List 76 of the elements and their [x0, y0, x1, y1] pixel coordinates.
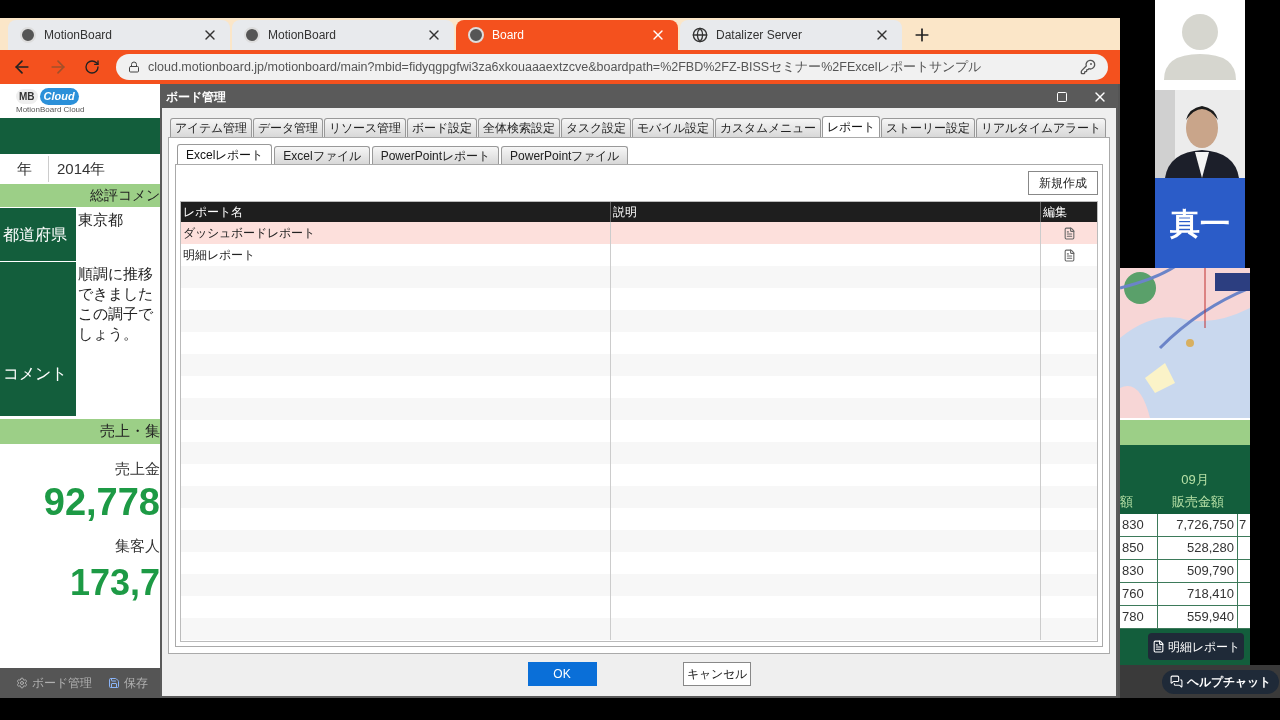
month-header: 09月	[1180, 471, 1210, 489]
globe-icon	[692, 27, 708, 43]
dialog-tab[interactable]: モバイル設定	[632, 118, 714, 137]
logo-caption: MotionBoard Cloud	[16, 104, 86, 114]
dialog-tab[interactable]: 全体検索設定	[478, 118, 560, 137]
logo-icon	[244, 27, 260, 43]
row-value: 東京都	[77, 210, 124, 230]
table-cell: 718,410	[1158, 582, 1238, 605]
new-button[interactable]: 新規作成	[1028, 171, 1098, 195]
report-tab[interactable]: PowerPointレポート	[371, 146, 500, 164]
kpi-label: 売上金	[115, 459, 160, 479]
maximize-icon[interactable]	[1056, 91, 1068, 103]
dialog-tab[interactable]: レポート	[822, 116, 880, 137]
gear-icon	[16, 677, 28, 689]
lock-icon	[128, 61, 140, 73]
participant-name: 真一	[1170, 205, 1230, 242]
table-cell: 509,790	[1158, 559, 1238, 582]
logo-icon	[20, 27, 36, 43]
kpi-label: 集客人	[115, 535, 160, 556]
report-tab[interactable]: PowerPointファイル	[501, 146, 629, 164]
dialog-tab[interactable]: データ管理	[253, 118, 323, 137]
section-header: 売上・集	[0, 419, 160, 444]
edit-icon[interactable]	[1062, 226, 1076, 240]
kpi-value: 92,778	[43, 482, 160, 521]
edit-icon[interactable]	[1062, 248, 1076, 262]
toolbar-button[interactable]: 保存	[108, 674, 148, 692]
table-cell: 559,940	[1158, 605, 1238, 628]
column-header: 編集	[1042, 204, 1068, 221]
tab-title: MotionBoard	[44, 27, 114, 44]
ok-button[interactable]: OK	[527, 662, 597, 686]
table-cell: 7,726,750	[1158, 513, 1238, 536]
table-cell: 850	[1120, 536, 1158, 559]
table-cell: 780	[1120, 605, 1158, 628]
dialog-title: ボード管理	[166, 89, 227, 106]
table-cell-text: 7	[1238, 515, 1248, 534]
browser-tab[interactable]: MotionBoard	[232, 20, 454, 50]
url-text: cloud.motionboard.jp/motionboard/main?mbid=fidyqgpgfwi3za6xkouaaaextzcve&boardpath=%2FBD%2FZ-BISSセミナー%2FExcelレポートサンプル	[148, 58, 983, 76]
year-label: 年	[15, 158, 33, 179]
dialog-tab[interactable]: カスタムメニュー	[715, 118, 821, 137]
toolbar-button[interactable]: ボード管理	[16, 674, 92, 692]
address-field[interactable]: cloud.motionboard.jp/motionboard/main?mbid=fidyqgpgfwi3za6xkouaaaextzcve&boardpath=%2FBD%2FZ-BISSセミナー%2FExcelレポートサンプル	[116, 54, 1108, 80]
tab-title: Datalizer Server	[716, 27, 804, 44]
table-cell: 760	[1120, 582, 1158, 605]
dialog-tab[interactable]: タスク設定	[561, 118, 631, 137]
column-header: 販売金額	[1171, 492, 1225, 511]
column-header: 額	[1120, 492, 1134, 511]
dialog-tab[interactable]: ボード設定	[407, 118, 477, 137]
logo-icon	[468, 27, 484, 43]
dialog-tab[interactable]: アイテム管理	[170, 118, 252, 137]
report-button[interactable]: 明細レポート	[1148, 633, 1244, 661]
save-icon	[108, 677, 120, 689]
kpi-value: 173,7	[69, 565, 160, 601]
browser-tab[interactable]: MotionBoard	[8, 20, 230, 50]
table-cell: 830	[1120, 559, 1158, 582]
dialog-tab[interactable]: ストーリー設定	[881, 118, 975, 137]
key-icon[interactable]	[1080, 59, 1096, 75]
dialog-tab[interactable]: リアルタイムアラート	[976, 118, 1106, 137]
document-icon	[1152, 640, 1165, 654]
dialog-tab[interactable]: リソース管理	[324, 118, 406, 137]
row-value: 順調に推移 できました この調子で しょう。	[77, 264, 154, 344]
cancel-button[interactable]: キャンセル	[682, 662, 751, 686]
row-label: 都道府県	[0, 208, 76, 261]
chat-icon	[1170, 675, 1183, 688]
table-cell: 830	[1120, 513, 1158, 536]
tab-title: Board	[492, 27, 526, 44]
row-label: コメント	[0, 262, 76, 416]
tab-title: MotionBoard	[268, 27, 338, 44]
logo: MB Cloud	[16, 88, 160, 105]
report-tab[interactable]: Excelレポート	[177, 144, 273, 164]
reload-icon[interactable]	[84, 59, 100, 75]
report-tab[interactable]: Excelファイル	[274, 146, 370, 164]
browser-tab[interactable]: Datalizer Server	[680, 20, 902, 50]
table-row[interactable]: ダッシュボードレポート	[181, 222, 1097, 244]
table-cell: 528,280	[1158, 536, 1238, 559]
section-header: 総評コメン	[0, 184, 160, 207]
help-chat-button[interactable]: ヘルプチャット	[1162, 669, 1279, 694]
